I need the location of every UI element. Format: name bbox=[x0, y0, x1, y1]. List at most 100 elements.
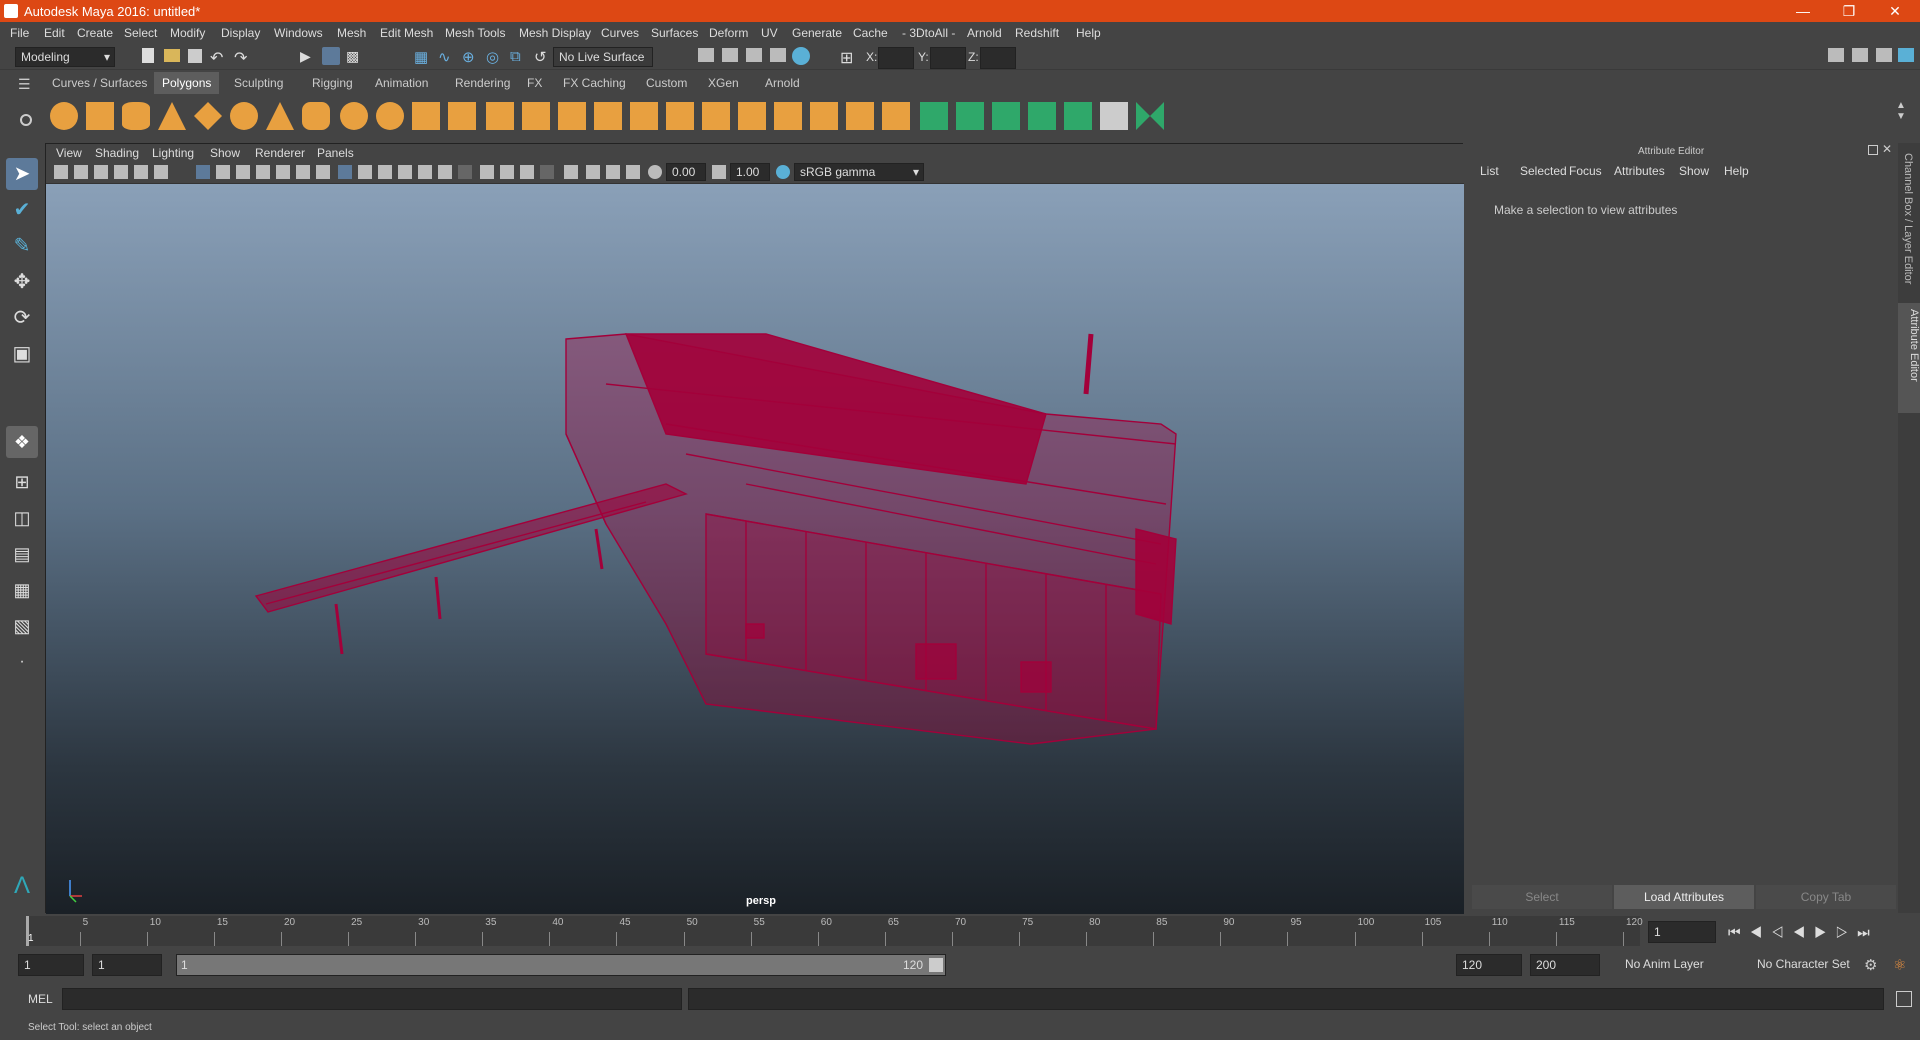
persp-outliner-layout-icon[interactable]: ▤ bbox=[6, 538, 38, 570]
shelf-tab-fx-caching[interactable]: FX Caching bbox=[555, 72, 634, 94]
range-slider[interactable]: 1 120 bbox=[176, 954, 946, 976]
viewport-menu-shading[interactable]: Shading bbox=[95, 146, 139, 160]
uv-editor-icon[interactable] bbox=[1064, 102, 1092, 130]
use-all-lights-icon[interactable] bbox=[438, 165, 452, 179]
2d-pan-zoom-icon[interactable] bbox=[134, 165, 148, 179]
load-attributes-button[interactable]: Load Attributes bbox=[1614, 885, 1754, 909]
bridge-icon[interactable] bbox=[630, 102, 658, 130]
channel-box-toggle-icon[interactable] bbox=[1898, 48, 1914, 62]
render-settings-icon[interactable] bbox=[770, 48, 786, 62]
animation-start-field[interactable]: 1 bbox=[18, 954, 84, 976]
step-back-key-icon[interactable]: ◁ bbox=[1771, 924, 1793, 940]
gate-mask-icon[interactable] bbox=[256, 165, 270, 179]
select-tool-icon[interactable]: ➤ bbox=[6, 158, 38, 190]
merge-icon[interactable] bbox=[846, 102, 874, 130]
shelf-tab-animation[interactable]: Animation bbox=[367, 72, 436, 94]
booleans-icon[interactable] bbox=[448, 102, 476, 130]
open-scene-icon[interactable] bbox=[164, 49, 180, 62]
menu-edit-mesh[interactable]: Edit Mesh bbox=[380, 26, 433, 40]
planar-map-icon[interactable] bbox=[920, 102, 948, 130]
mode-dropdown[interactable]: Modeling ▾ bbox=[15, 47, 115, 67]
x-field[interactable] bbox=[878, 47, 914, 69]
shelf-tab-sculpting[interactable]: Sculpting bbox=[226, 72, 291, 94]
step-back-icon[interactable]: ◀ bbox=[1750, 924, 1772, 940]
xray-components-icon[interactable] bbox=[626, 165, 640, 179]
rotate-tool-icon[interactable]: ⟳ bbox=[6, 302, 38, 334]
smooth-shading-icon[interactable] bbox=[358, 165, 372, 179]
shelf-settings-icon[interactable] bbox=[20, 114, 32, 126]
anim-layer-dropdown[interactable]: No Anim Layer bbox=[1620, 954, 1750, 976]
append-polygon-icon[interactable] bbox=[738, 102, 766, 130]
shelf-tab-xgen[interactable]: XGen bbox=[700, 72, 747, 94]
poly-pyramid-icon[interactable] bbox=[266, 102, 294, 130]
poly-plane-icon[interactable] bbox=[194, 102, 222, 130]
undo-icon[interactable]: ↶ bbox=[210, 48, 228, 67]
menu-display[interactable]: Display bbox=[221, 26, 260, 40]
current-frame-field[interactable]: 1 bbox=[1648, 921, 1716, 943]
resolution-gate-icon[interactable] bbox=[236, 165, 250, 179]
menu-uv[interactable]: UV bbox=[761, 26, 778, 40]
safe-action-icon[interactable] bbox=[296, 165, 310, 179]
menu-arnold[interactable]: Arnold bbox=[967, 26, 1002, 40]
shelf-tab-arnold[interactable]: Arnold bbox=[757, 72, 808, 94]
shelf-tab-polygons[interactable]: Polygons bbox=[154, 72, 220, 94]
menu-cache[interactable]: Cache bbox=[853, 26, 888, 40]
hypershade-icon[interactable] bbox=[792, 47, 810, 65]
mirror-icon[interactable] bbox=[558, 102, 586, 130]
maximize-button[interactable]: ❐ bbox=[1826, 0, 1872, 22]
anim-preferences-icon[interactable]: ⚙ bbox=[1864, 956, 1877, 974]
minimize-button[interactable]: — bbox=[1780, 0, 1826, 22]
isolate-select-icon[interactable] bbox=[564, 165, 578, 179]
viewport-menu-view[interactable]: View bbox=[56, 146, 82, 160]
shelf-tab-rendering[interactable]: Rendering bbox=[447, 72, 518, 94]
viewport-menu-show[interactable]: Show bbox=[210, 146, 240, 160]
attribute-menu-show[interactable]: Show bbox=[1679, 164, 1709, 178]
spherical-map-icon[interactable] bbox=[992, 102, 1020, 130]
combine-icon[interactable] bbox=[340, 102, 368, 130]
field-chart-icon[interactable] bbox=[276, 165, 290, 179]
attribute-editor-tab[interactable]: Attribute Editor bbox=[1898, 303, 1920, 413]
select-hierarchy-icon[interactable]: ▶ bbox=[300, 48, 318, 66]
grease-pencil-icon[interactable] bbox=[154, 165, 168, 179]
scale-tool-icon[interactable]: ▣ bbox=[6, 338, 38, 370]
command-input[interactable] bbox=[62, 988, 682, 1010]
grid-icon[interactable] bbox=[196, 165, 210, 179]
persp-viewport[interactable]: persp bbox=[46, 184, 1464, 914]
color-management-icon[interactable] bbox=[776, 165, 790, 179]
select-object-icon[interactable] bbox=[322, 47, 340, 65]
menu-mesh[interactable]: Mesh bbox=[337, 26, 366, 40]
menu-help[interactable]: Help bbox=[1076, 26, 1101, 40]
animation-end-field[interactable]: 200 bbox=[1530, 954, 1600, 976]
color-space-dropdown[interactable]: sRGB gamma ▾ bbox=[794, 163, 924, 181]
new-scene-icon[interactable] bbox=[142, 48, 154, 63]
copy-tab-button[interactable]: Copy Tab bbox=[1756, 885, 1896, 909]
wireframe-on-shaded-icon[interactable] bbox=[398, 165, 412, 179]
tool-settings-icon[interactable] bbox=[1876, 48, 1892, 62]
attribute-menu-selected[interactable]: Selected bbox=[1520, 164, 1567, 178]
shadows-icon[interactable] bbox=[458, 165, 472, 179]
attribute-menu-attributes[interactable]: Attributes bbox=[1614, 164, 1665, 178]
viewport-menu-panels[interactable]: Panels bbox=[317, 146, 354, 160]
menu-select[interactable]: Select bbox=[124, 26, 157, 40]
viewport-menu-renderer[interactable]: Renderer bbox=[255, 146, 305, 160]
live-surface-field[interactable]: No Live Surface bbox=[553, 47, 653, 67]
safe-title-icon[interactable] bbox=[316, 165, 330, 179]
snap-curve-icon[interactable]: ∿ bbox=[438, 48, 456, 66]
fill-hole-icon[interactable] bbox=[702, 102, 730, 130]
menu-deform[interactable]: Deform bbox=[709, 26, 748, 40]
bevel-icon[interactable] bbox=[666, 102, 694, 130]
menu-3dtoall[interactable]: - 3DtoAll - bbox=[902, 26, 955, 40]
menu-redshift[interactable]: Redshift bbox=[1015, 26, 1059, 40]
poly-pipe-icon[interactable] bbox=[302, 102, 330, 130]
paint-select-icon[interactable]: ✎ bbox=[6, 230, 38, 262]
script-editor-icon[interactable] bbox=[1896, 991, 1912, 1007]
live-surface-icon[interactable]: ↺ bbox=[534, 48, 552, 66]
shelf-tab-rigging[interactable]: Rigging bbox=[304, 72, 361, 94]
snap-surface-icon[interactable]: ⧉ bbox=[510, 48, 528, 66]
lasso-tool-icon[interactable]: ✔ bbox=[6, 194, 38, 226]
auto-key-icon[interactable]: ⚛ bbox=[1893, 956, 1906, 974]
smooth-icon[interactable] bbox=[486, 102, 514, 130]
gamma-field[interactable]: 1.00 bbox=[730, 163, 770, 181]
xray-icon[interactable] bbox=[586, 165, 600, 179]
poly-edit-icon[interactable] bbox=[882, 102, 910, 130]
